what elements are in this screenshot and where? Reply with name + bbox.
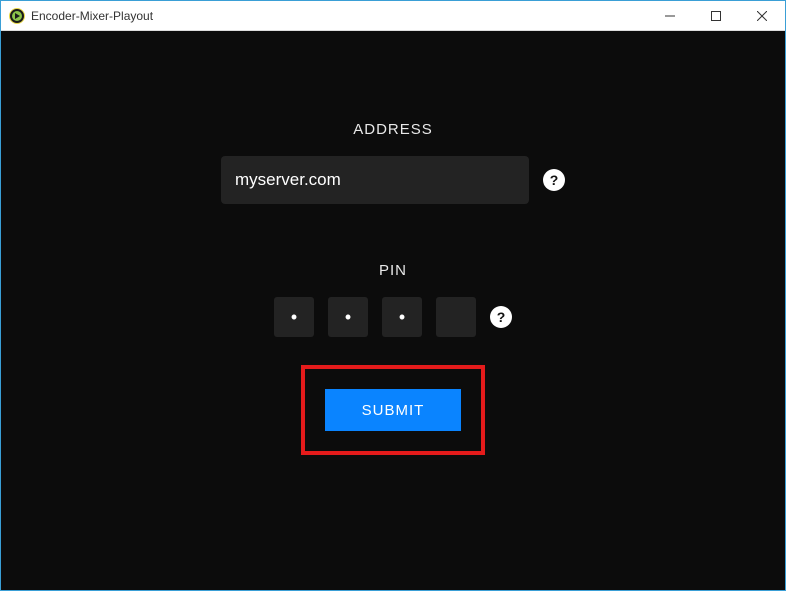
submit-button[interactable]: SUBMIT bbox=[325, 389, 461, 431]
close-button[interactable] bbox=[739, 1, 785, 30]
address-input[interactable] bbox=[221, 156, 529, 204]
window-controls bbox=[647, 1, 785, 30]
pin-input-3[interactable] bbox=[382, 297, 422, 337]
maximize-button[interactable] bbox=[693, 1, 739, 30]
submit-highlight-box: SUBMIT bbox=[301, 365, 485, 455]
address-label: ADDRESS bbox=[353, 121, 433, 138]
pin-input-4[interactable] bbox=[436, 297, 476, 337]
main-content: ADDRESS ? PIN ? SUBMIT bbox=[1, 31, 785, 590]
minimize-button[interactable] bbox=[647, 1, 693, 30]
address-help-icon[interactable]: ? bbox=[543, 169, 565, 191]
address-row: ? bbox=[221, 156, 565, 204]
app-icon bbox=[9, 8, 25, 24]
window-title: Encoder-Mixer-Playout bbox=[31, 9, 647, 23]
app-window: Encoder-Mixer-Playout ADDRESS ? PIN bbox=[0, 0, 786, 591]
pin-input-1[interactable] bbox=[274, 297, 314, 337]
pin-input-2[interactable] bbox=[328, 297, 368, 337]
pin-boxes bbox=[274, 297, 476, 337]
pin-row: ? bbox=[274, 297, 512, 337]
titlebar: Encoder-Mixer-Playout bbox=[1, 1, 785, 31]
pin-help-icon[interactable]: ? bbox=[490, 306, 512, 328]
pin-label: PIN bbox=[379, 262, 407, 279]
